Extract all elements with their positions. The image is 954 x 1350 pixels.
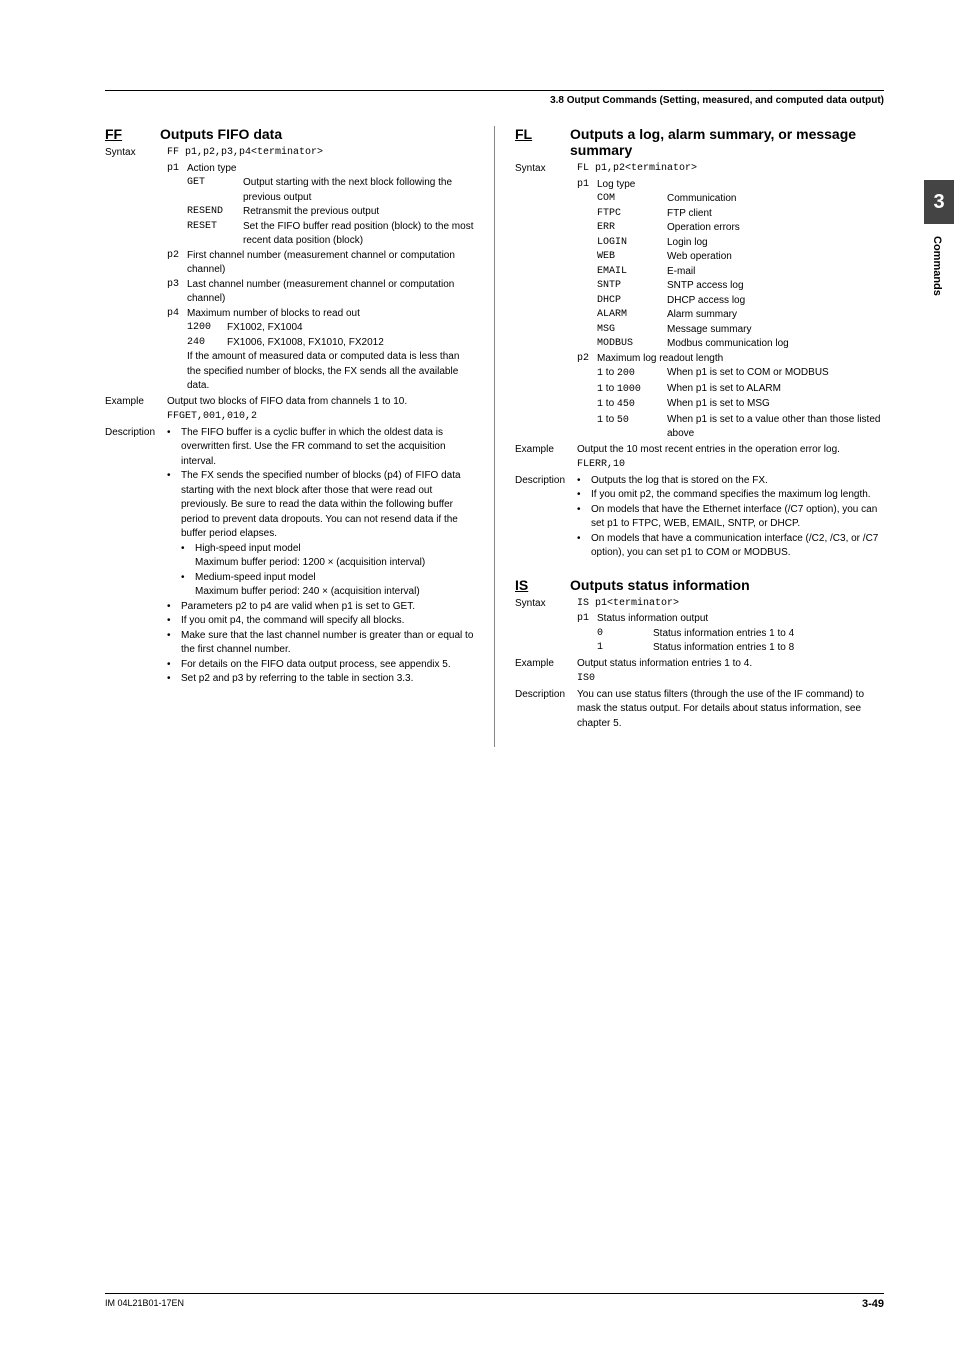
page-footer: IM 04L21B01-17EN 3-49	[105, 1293, 884, 1310]
ff-example-code: FFGET,001,010,2	[167, 410, 474, 425]
is-name: IS	[515, 577, 570, 593]
is-syntax: IS p1<terminator>	[577, 597, 884, 612]
is-example-code: IS0	[577, 672, 884, 687]
chapter-tab: 3 Commands	[924, 180, 954, 308]
fl-syntax: FL p1,p2<terminator>	[577, 162, 884, 177]
section-header: 3.8 Output Commands (Setting, measured, …	[105, 95, 884, 106]
page: 3.8 Output Commands (Setting, measured, …	[0, 0, 954, 1350]
syntax-label: Syntax	[515, 597, 577, 612]
page-number: 3-49	[862, 1298, 884, 1310]
ff-syntax: FF p1,p2,p3,p4<terminator>	[167, 146, 474, 161]
bullet-icon: •	[181, 571, 195, 600]
is-example-text: Output status information entries 1 to 4…	[577, 657, 884, 672]
is-command: IS Outputs status information Syntax IS …	[515, 577, 884, 732]
bullet-icon: •	[167, 600, 181, 615]
ff-name: FF	[105, 126, 160, 142]
ff-p4-note: If the amount of measured data or comput…	[187, 350, 474, 394]
bullet-icon: •	[577, 532, 591, 561]
bullet-icon: •	[167, 672, 181, 687]
fl-name: FL	[515, 126, 570, 142]
fl-example-text: Output the 10 most recent entries in the…	[577, 443, 884, 458]
bullet-icon: •	[577, 474, 591, 489]
is-description: You can use status filters (through the …	[577, 688, 884, 732]
ff-command: FF Outputs FIFO data Syntax FF p1,p2,p3,…	[105, 126, 474, 687]
example-label: Example	[515, 443, 577, 458]
right-column: FL Outputs a log, alarm summary, or mess…	[495, 126, 884, 747]
chapter-title: Commands	[924, 224, 950, 308]
bullet-icon: •	[181, 542, 195, 571]
description-label: Description	[105, 426, 167, 687]
example-label: Example	[105, 395, 167, 410]
description-label: Description	[515, 688, 577, 732]
ff-title: Outputs FIFO data	[160, 126, 282, 142]
left-column: FF Outputs FIFO data Syntax FF p1,p2,p3,…	[105, 126, 495, 747]
doc-id: IM 04L21B01-17EN	[105, 1298, 184, 1310]
bullet-icon: •	[167, 658, 181, 673]
two-column-layout: FF Outputs FIFO data Syntax FF p1,p2,p3,…	[105, 126, 884, 747]
fl-command: FL Outputs a log, alarm summary, or mess…	[515, 126, 884, 561]
syntax-label: Syntax	[515, 162, 577, 177]
bullet-icon: •	[167, 629, 181, 658]
bullet-icon: •	[577, 488, 591, 503]
ff-example-text: Output two blocks of FIFO data from chan…	[167, 395, 474, 410]
bullet-icon: •	[577, 503, 591, 532]
is-title: Outputs status information	[570, 577, 750, 593]
chapter-number: 3	[924, 180, 954, 224]
example-label: Example	[515, 657, 577, 672]
fl-title: Outputs a log, alarm summary, or message…	[570, 126, 884, 158]
syntax-label: Syntax	[105, 146, 167, 161]
bullet-icon: •	[167, 426, 181, 470]
bullet-icon: •	[167, 469, 181, 542]
header-rule	[105, 90, 884, 91]
description-label: Description	[515, 474, 577, 561]
bullet-icon: •	[167, 614, 181, 629]
fl-example-code: FLERR,10	[577, 458, 884, 473]
